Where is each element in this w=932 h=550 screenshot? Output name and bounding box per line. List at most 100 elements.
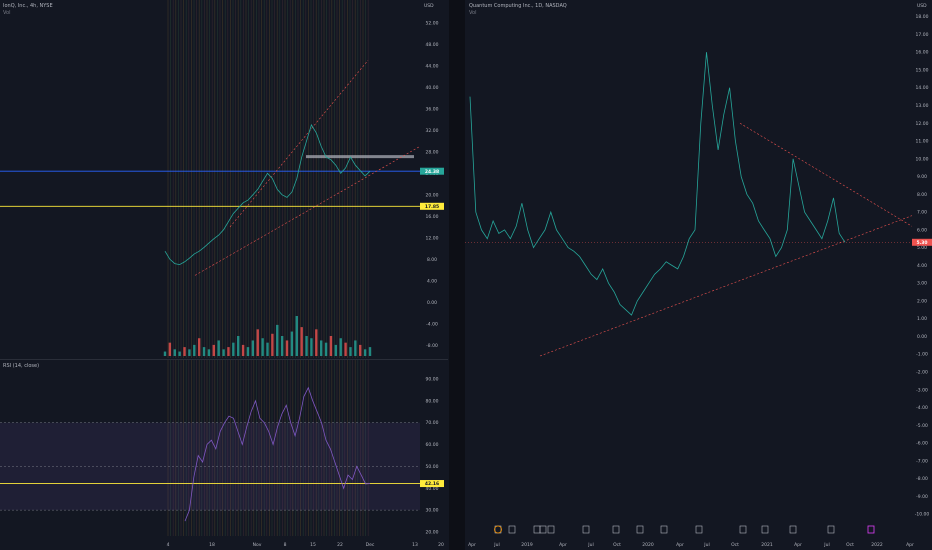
rsi-pane[interactable]: 90.00 80.00 70.00 60.00 50.00 40.00 30.00 20.00… [0, 359, 448, 537]
left-time-axis[interactable]: 4 18 Nov 8 15 22 Dec 13 20 [0, 536, 448, 550]
price-tick-label: -4.00 [916, 405, 928, 411]
price-tick-label: -1.00 [916, 352, 928, 358]
price-tick-label: 1.00 [917, 316, 927, 322]
rsi-axis: 90.0080.0070.0060.0050.0040.0030.0020.00 [426, 376, 439, 535]
event-marker [660, 525, 668, 534]
price-tick-label: 16.00 [426, 214, 439, 220]
price-tick-label: 10.00 [916, 156, 929, 162]
price-axis: 52.0048.0044.0040.0036.0032.0028.0024.00… [426, 20, 439, 349]
time-tick-label: 2019 [521, 542, 533, 548]
time-tick-label: Apr [559, 542, 567, 548]
volume-bar [193, 344, 196, 356]
event-marker [789, 525, 797, 534]
volume-bar [266, 342, 269, 356]
left-price-chart[interactable]: 52.0048.0044.0040.0036.0032.0028.0024.00… [0, 0, 448, 358]
volume-bar [349, 347, 352, 356]
price-tick-label: -4.00 [426, 321, 438, 327]
event-marker [761, 525, 769, 534]
volume-bar [178, 351, 181, 356]
right-price-pane[interactable]: 18.00 17.00 16.00 15.00 14.00 13.00 12.00 11.00… [465, 0, 932, 550]
volume-bar [183, 347, 186, 356]
volume-bars [163, 316, 372, 356]
event-marker [636, 525, 644, 534]
rsi-tick-label: 90.00 [426, 376, 439, 382]
price-tick-label: 20.00 [426, 192, 439, 198]
session-stripes [167, 0, 369, 358]
event-marker [612, 525, 620, 534]
event-marker [508, 525, 516, 534]
price-axis: 18.00 17.00 16.00 15.00 14.00 13.00 12.00 11.00… [915, 14, 930, 517]
price-tick-label: -8.00 [426, 343, 438, 349]
price-tick-label: 2.00 [917, 298, 927, 304]
time-tick-label: 22 [337, 542, 343, 548]
event-marker [582, 525, 590, 534]
price-tick-label: 32.00 [426, 128, 439, 134]
right-currency-label: USD [917, 3, 927, 9]
event-marker [547, 525, 555, 534]
event-marker [739, 525, 747, 534]
volume-bar [271, 333, 274, 356]
volume-bar [197, 338, 201, 356]
svg-text:17.85: 17.85 [425, 204, 439, 210]
time-tick-label: Jul [703, 542, 709, 548]
time-tick-label: Nov [253, 542, 262, 548]
volume-bar [188, 349, 191, 356]
volume-bar [295, 316, 298, 356]
volume-bar [237, 336, 240, 356]
rsi-chart[interactable]: 90.0080.0070.0060.0050.0040.0030.0020.00… [0, 360, 448, 537]
volume-bar [368, 347, 372, 356]
price-tick-label: 16.00 [916, 50, 929, 56]
event-marker [539, 525, 547, 534]
left-currency-label: USD [424, 3, 434, 9]
volume-bar [290, 331, 294, 356]
volume-bar [256, 329, 259, 356]
price-tick-label: 17.00 [916, 32, 929, 38]
price-series [469, 52, 846, 316]
time-tick-label: Apr [906, 542, 914, 548]
volume-bar [363, 349, 367, 356]
left-price-pane[interactable]: 52.0048.0044.0040.0036.0032.0028.0024.00… [0, 0, 448, 358]
svg-text:42.16: 42.16 [425, 481, 439, 487]
price-tick-label: 0.00 [917, 334, 927, 340]
time-tick-label: 13 [412, 542, 418, 548]
volume-bar [217, 340, 220, 356]
volume-bar [300, 327, 303, 356]
time-tick-label: 15 [310, 542, 316, 548]
price-tick-label: -9.00 [916, 494, 928, 500]
volume-bar [212, 344, 216, 356]
volume-bar [359, 344, 362, 356]
rsi-tick-label: 20.00 [426, 530, 439, 536]
time-tick-label: Jul [587, 542, 593, 548]
time-tick-label: 2020 [642, 542, 654, 548]
price-tick-label: 40.00 [426, 85, 439, 91]
drawings [0, 60, 421, 276]
left-chart-title: IonQ, Inc., 4h, NYSE [3, 3, 53, 9]
pane-divider[interactable] [449, 0, 465, 550]
price-line [469, 52, 846, 316]
volume-bar [285, 340, 289, 356]
volume-bar [305, 336, 308, 356]
current-price-tag: 24.38 [420, 167, 444, 175]
price-tick-label: 4.00 [427, 278, 437, 284]
triangle-lower-trendline [539, 215, 913, 357]
time-tick-label: Apr [676, 542, 684, 548]
price-tick-label: 48.00 [426, 42, 439, 48]
volume-bar [344, 342, 347, 356]
volume-bar [227, 347, 230, 356]
price-tick-label: 0.00 [427, 300, 437, 306]
time-tick-label: 18 [209, 542, 215, 548]
volume-bar [334, 344, 338, 356]
right-current-price-tag: 5.30 [912, 238, 932, 246]
price-tick-label: 13.00 [916, 103, 929, 109]
volume-bar [163, 351, 167, 356]
time-axis: Apr Jul 2019 Apr Jul Oct 2020 Apr Jul Oct 2021 Apr J… [468, 542, 914, 548]
volume-bar [168, 342, 172, 356]
rsi-tick-label: 30.00 [426, 508, 439, 514]
price-tick-label: 14.00 [916, 85, 929, 91]
time-tick-label: Jul [493, 542, 499, 548]
price-tick-label: -2.00 [916, 369, 928, 375]
time-tick-label: Oct [613, 542, 621, 548]
price-tick-label: 15.00 [916, 67, 929, 73]
price-tick-label: 3.00 [917, 281, 927, 287]
right-price-chart[interactable]: 18.00 17.00 16.00 15.00 14.00 13.00 12.00 11.00… [465, 0, 932, 550]
